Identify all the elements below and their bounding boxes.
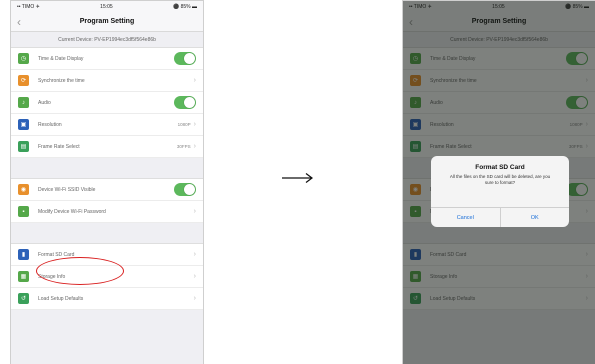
wifi-ssid-toggle[interactable] — [174, 183, 196, 196]
row-modify-wifi-password[interactable]: ▪ Modify Device Wi-Fi Password › — [11, 201, 203, 223]
row-label: Time & Date Display — [38, 55, 84, 62]
time-date-toggle[interactable] — [174, 52, 196, 65]
section-gap — [11, 223, 203, 244]
chevron-right-icon: › — [193, 121, 196, 128]
chevron-right-icon: › — [193, 208, 196, 215]
row-label: Frame Rate Select — [38, 143, 80, 150]
page-title: Program Setting — [79, 18, 135, 25]
settings-group-display: ◷ Time & Date Display ⟳ Synchronize the … — [11, 48, 203, 158]
row-label: Device Wi-Fi SSID Visible — [38, 186, 96, 193]
row-audio[interactable]: ♪ Audio — [11, 92, 203, 114]
nav-bar: ‹ Program Setting — [11, 12, 203, 32]
row-label: Modify Device Wi-Fi Password — [38, 208, 106, 215]
row-resolution[interactable]: ▣ Resolution 1080P › — [11, 114, 203, 136]
back-button[interactable]: ‹ — [17, 15, 21, 29]
status-bar: •• TIMO ✈ 15:05 ⚫ 85% ▬ — [11, 1, 203, 12]
wifi-icon: ◉ — [18, 184, 29, 195]
carrier-label: •• TIMO ✈ — [17, 3, 40, 10]
row-wifi-ssid-visible[interactable]: ◉ Device Wi-Fi SSID Visible — [11, 179, 203, 201]
phone-screen-before: •• TIMO ✈ 15:05 ⚫ 85% ▬ ‹ Program Settin… — [10, 0, 204, 364]
current-device-label: Current Device: PV-EP1994ec3df5f564e86b — [11, 32, 203, 48]
chevron-right-icon: › — [193, 77, 196, 84]
frame-rate-value: 30FPS — [176, 144, 191, 149]
row-label: Synchronize the time — [38, 77, 85, 84]
row-load-defaults[interactable]: ↺ Load Setup Defaults › — [11, 288, 203, 310]
chevron-right-icon: › — [193, 143, 196, 150]
chevron-right-icon: › — [193, 251, 196, 258]
frame-rate-icon: ▤ — [18, 141, 29, 152]
lock-icon: ▪ — [18, 206, 29, 217]
row-label: Load Setup Defaults — [38, 295, 84, 302]
row-frame-rate[interactable]: ▤ Frame Rate Select 30FPS › — [11, 136, 203, 158]
row-label: Audio — [38, 99, 51, 106]
battery-label: ⚫ 85% ▬ — [172, 3, 197, 10]
chevron-right-icon: › — [193, 295, 196, 302]
chevron-right-icon: › — [193, 273, 196, 280]
resolution-value: 1080P — [177, 122, 191, 127]
row-label: Resolution — [38, 121, 62, 128]
resolution-icon: ▣ — [18, 119, 29, 130]
clock-icon: ◷ — [18, 53, 29, 64]
dialog-message: All the files on the SD card will be del… — [449, 174, 551, 185]
format-sd-dialog: Format SD Card All the files on the SD c… — [431, 156, 569, 227]
sd-card-icon: ▮ — [18, 249, 29, 260]
ok-button[interactable]: OK — [499, 208, 570, 227]
dialog-title: Format SD Card — [475, 164, 525, 171]
audio-toggle[interactable] — [174, 96, 196, 109]
audio-icon: ♪ — [18, 97, 29, 108]
row-synchronize-time[interactable]: ⟳ Synchronize the time › — [11, 70, 203, 92]
arrow-right-icon — [282, 173, 313, 183]
time-label: 15:05 — [100, 3, 113, 10]
row-label: Format SD Card — [38, 251, 75, 258]
storage-icon: ▦ — [18, 271, 29, 282]
highlight-circle — [36, 257, 124, 285]
defaults-icon: ↺ — [18, 293, 29, 304]
sync-icon: ⟳ — [18, 75, 29, 86]
dialog-buttons: Cancel OK — [431, 207, 569, 227]
settings-group-wifi: ◉ Device Wi-Fi SSID Visible ▪ Modify Dev… — [11, 179, 203, 223]
section-gap — [11, 158, 203, 179]
phone-screen-after: •• TIMO ✈ 15:05 ⚫ 85% ▬ ‹ Program Settin… — [402, 0, 595, 364]
cancel-button[interactable]: Cancel — [431, 208, 500, 227]
row-time-date-display[interactable]: ◷ Time & Date Display — [11, 48, 203, 70]
